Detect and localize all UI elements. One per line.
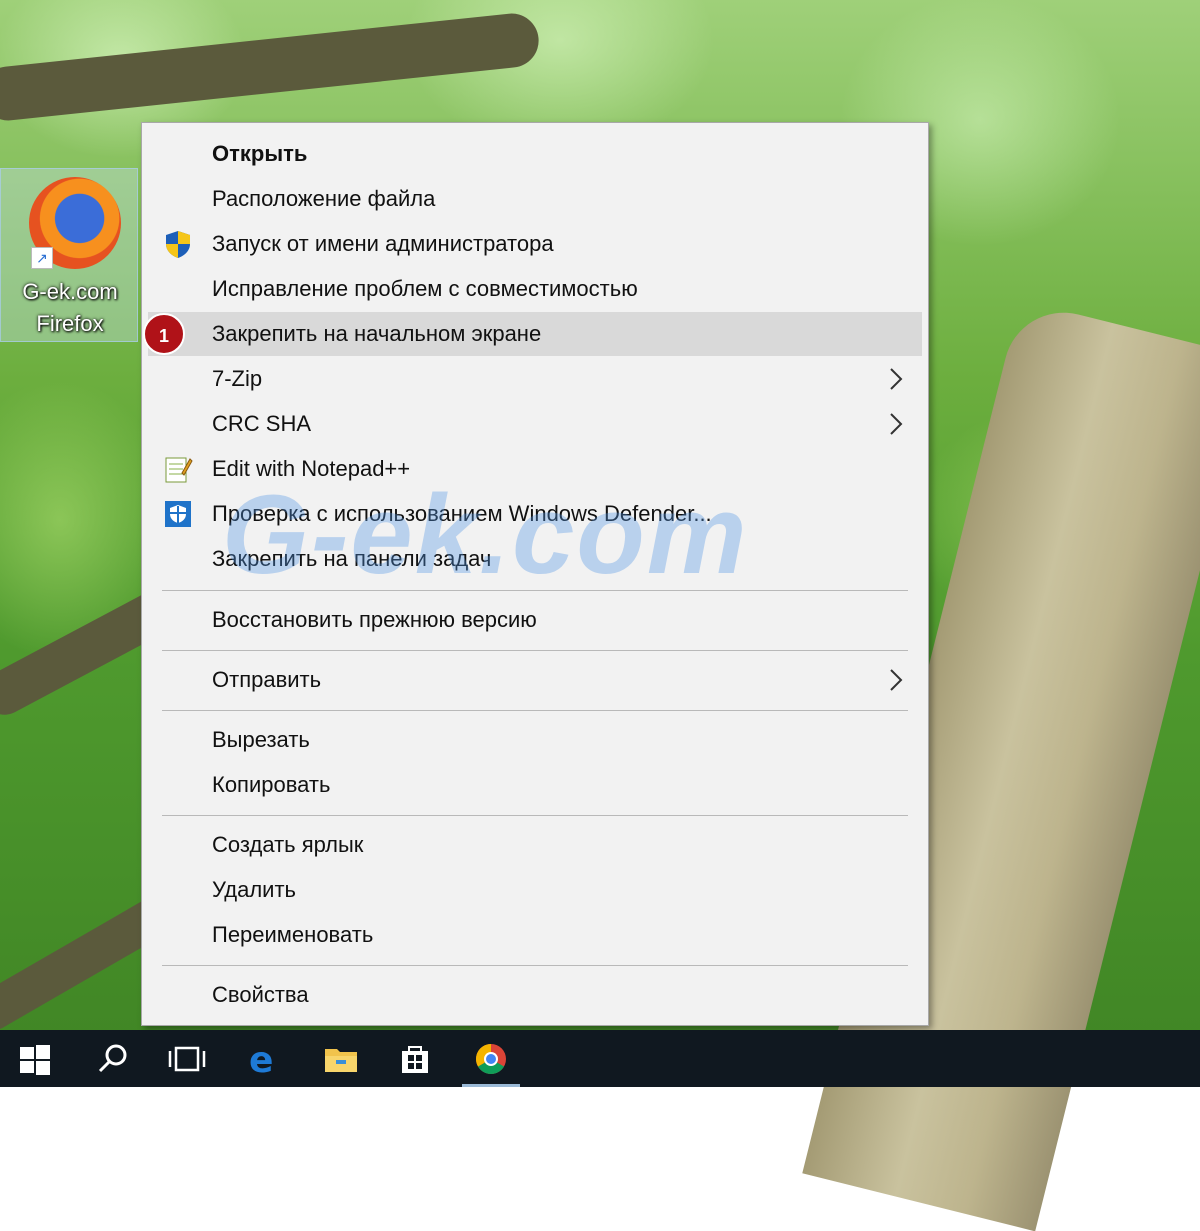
- menu-item-edit-notepadpp[interactable]: Edit with Notepad++: [148, 447, 922, 491]
- wallpaper-branch: [0, 10, 542, 124]
- desktop-icon-label-line1: G-ek.com: [22, 279, 118, 304]
- menu-item-7zip[interactable]: 7-Zip: [148, 357, 922, 401]
- menu-separator: [162, 650, 908, 651]
- edge-icon: e: [249, 1041, 273, 1077]
- menu-separator: [162, 965, 908, 966]
- store-icon: [402, 1046, 428, 1073]
- menu-item-troubleshoot-compatibility[interactable]: Исправление проблем с совместимостью: [148, 267, 922, 311]
- svg-text:e: e: [249, 1041, 273, 1077]
- menu-item-send-to[interactable]: Отправить: [148, 658, 922, 702]
- menu-item-label: Расположение файла: [212, 186, 436, 211]
- edge-button[interactable]: e: [228, 1030, 298, 1087]
- start-button[interactable]: [0, 1030, 70, 1087]
- search-button[interactable]: [78, 1030, 148, 1087]
- menu-item-label: Отправить: [212, 667, 322, 692]
- store-button[interactable]: [380, 1030, 450, 1087]
- shortcut-arrow-icon: ↗: [31, 247, 53, 269]
- desktop-icon-firefox[interactable]: ↗ G-ek.com Firefox: [0, 168, 138, 342]
- chrome-icon: [475, 1044, 506, 1075]
- menu-item-pin-to-taskbar[interactable]: Закрепить на панели задач: [148, 537, 922, 581]
- menu-item-crc-sha[interactable]: CRC SHA: [148, 402, 922, 446]
- uac-shield-icon: [166, 231, 190, 258]
- menu-item-delete[interactable]: Удалить: [148, 868, 922, 912]
- desktop-icon-label-line2: Firefox: [36, 311, 104, 336]
- taskbar: e: [0, 1030, 1200, 1087]
- context-menu: Открыть Расположение файла Запуск от име…: [141, 122, 929, 1026]
- file-explorer-button[interactable]: [306, 1030, 376, 1087]
- file-explorer-icon: [325, 1049, 357, 1072]
- menu-item-label: Вырезать: [212, 727, 310, 752]
- menu-item-label: Закрепить на начальном экране: [212, 321, 542, 346]
- menu-item-label: Исправление проблем с совместимостью: [212, 276, 638, 301]
- menu-item-create-shortcut[interactable]: Создать ярлык: [148, 823, 922, 867]
- start-icon: [20, 1045, 50, 1075]
- menu-item-open[interactable]: Открыть: [148, 132, 922, 176]
- menu-item-label: Переименовать: [212, 922, 374, 947]
- menu-separator: [162, 710, 908, 711]
- menu-item-label: Проверка с использованием Windows Defend…: [212, 501, 712, 526]
- menu-separator: [162, 815, 908, 816]
- menu-item-rename[interactable]: Переименовать: [148, 913, 922, 957]
- menu-item-label: Свойства: [212, 982, 309, 1007]
- menu-item-label: 7-Zip: [212, 366, 263, 391]
- menu-item-run-as-admin[interactable]: Запуск от имени администратора: [148, 222, 922, 266]
- menu-item-label: CRC SHA: [212, 411, 312, 436]
- menu-item-windows-defender-scan[interactable]: Проверка с использованием Windows Defend…: [148, 492, 922, 536]
- menu-item-label: Восстановить прежнюю версию: [212, 607, 537, 632]
- step-badge: 1: [143, 313, 185, 355]
- menu-item-label: Запуск от имени администратора: [212, 231, 554, 256]
- chrome-button[interactable]: [456, 1030, 526, 1087]
- menu-item-properties[interactable]: Свойства: [148, 973, 922, 1017]
- menu-item-file-location[interactable]: Расположение файла: [148, 177, 922, 221]
- chevron-right-icon: [890, 669, 903, 691]
- menu-item-pin-to-start[interactable]: Закрепить на начальном экране: [148, 312, 922, 356]
- menu-item-cut[interactable]: Вырезать: [148, 718, 922, 762]
- menu-item-restore-previous-version[interactable]: Восстановить прежнюю версию: [148, 598, 922, 642]
- menu-item-copy[interactable]: Копировать: [148, 763, 922, 807]
- windows-defender-icon: [165, 501, 191, 527]
- chevron-right-icon: [890, 368, 903, 390]
- menu-separator: [162, 590, 908, 591]
- menu-item-label: Закрепить на панели задач: [212, 546, 492, 571]
- menu-item-label: Edit with Notepad++: [212, 456, 411, 481]
- menu-item-label: Открыть: [212, 141, 308, 166]
- notepad-plus-plus-icon: [165, 457, 193, 483]
- task-view-icon: [168, 1046, 206, 1072]
- menu-item-label: Удалить: [212, 877, 296, 902]
- chevron-right-icon: [890, 413, 903, 435]
- search-icon: [98, 1044, 127, 1073]
- menu-item-label: Создать ярлык: [212, 832, 364, 857]
- menu-item-label: Копировать: [212, 772, 331, 797]
- task-view-button[interactable]: [150, 1030, 220, 1087]
